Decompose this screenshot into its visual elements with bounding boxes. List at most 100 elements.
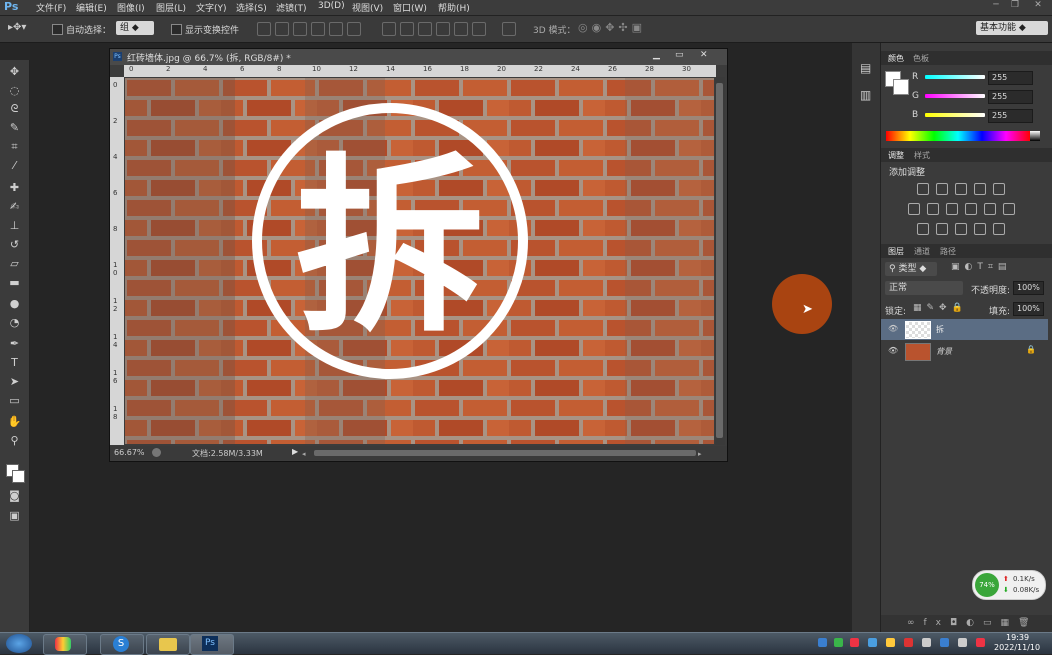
invert-adj-icon[interactable] [917,223,929,235]
bg-color-chip[interactable] [893,79,909,95]
color-spectrum[interactable] [886,131,1030,141]
clock-date[interactable]: 2022/11/10 [994,643,1040,652]
tab-color[interactable]: 颜色 [888,53,904,64]
zoom-tool[interactable]: ⚲ [6,433,23,448]
tray-icon-5[interactable] [886,638,895,647]
tray-icon-1[interactable] [818,638,827,647]
menu-help[interactable]: 帮助(H) [438,1,470,14]
fill-input[interactable]: 100% [1013,302,1044,316]
eraser-tool[interactable]: ▱ [6,256,23,271]
hscroll-left-icon[interactable]: ◂ [302,450,314,458]
bw-adj-icon[interactable] [946,203,958,215]
photo-filter-adj-icon[interactable] [965,203,977,215]
distribute-right-icon[interactable] [472,22,486,36]
close-icon[interactable]: ✕ [1030,0,1046,13]
3d-mode-icons[interactable]: ◎◉✥✣▣ [578,21,646,34]
hand-tool[interactable]: ✋ [6,414,23,429]
menu-3d[interactable]: 3D(D) [318,1,345,11]
restore-icon[interactable]: ❐ [1007,0,1023,13]
layer-filter-icons[interactable]: ▣◐T⌗▤ [951,262,1011,272]
tab-swatches[interactable]: 色板 [913,53,929,64]
status-menu-arrow-icon[interactable]: ▶ [292,447,298,456]
tray-icon-2[interactable] [834,638,843,647]
document-title-bar[interactable]: Ps 红砖墙体.jpg @ 66.7% (拆, RGB/8#) * ▁ ▭ ✕ [110,49,727,65]
tab-adjustments[interactable]: 调整 [888,150,904,161]
align-hcenter-icon[interactable] [329,22,343,36]
menu-edit[interactable]: 编辑(E) [76,1,107,14]
path-select-tool[interactable]: ➤ [6,374,23,389]
vertical-ruler[interactable]: 0 2 4 6 8 1 0 1 2 1 4 1 6 1 8 [110,77,124,445]
gradient-map-adj-icon[interactable] [974,223,986,235]
tray-icon-6[interactable] [904,638,913,647]
history-panel-icon[interactable]: ▤ [860,61,871,75]
hue-adj-icon[interactable] [908,203,920,215]
vertical-scrollbar[interactable] [715,77,725,445]
blur-tool[interactable]: ● [6,296,23,311]
menu-type[interactable]: 文字(Y) [196,1,227,14]
status-info-icon[interactable] [152,448,161,457]
levels-adj-icon[interactable] [936,183,948,195]
tray-icon-7[interactable] [940,638,949,647]
channel-g-slider[interactable] [925,94,985,98]
taskbar-app-colorful[interactable] [43,634,87,655]
exposure-adj-icon[interactable] [974,183,986,195]
layer-name[interactable]: 拆 [936,324,944,335]
minimize-icon[interactable]: ─ [988,0,1004,13]
layer-visibility-eye-icon[interactable]: 👁 [888,324,898,333]
channel-g-value[interactable]: 255 [988,90,1033,104]
tab-styles[interactable]: 样式 [914,150,930,161]
menu-image[interactable]: 图像(I) [117,1,145,14]
opacity-input[interactable]: 100% [1013,281,1044,295]
properties-panel-icon[interactable]: ▥ [860,88,871,102]
taskbar-photoshop[interactable]: Ps [190,634,234,655]
screen-mode-icon[interactable]: ▣ [6,508,23,523]
layer-row-selected[interactable]: 👁 拆 [881,319,1048,340]
align-bottom-icon[interactable] [293,22,307,36]
horizontal-ruler[interactable]: 0 2 4 6 8 10 12 14 16 18 20 22 24 26 28 … [124,65,716,77]
doc-close-icon[interactable]: ✕ [700,50,708,60]
gradient-tool[interactable]: ▬ [6,275,23,290]
blend-mode-dropdown[interactable]: 正常 [885,281,963,295]
lasso-tool[interactable]: ᘓ [6,101,23,116]
posterize-adj-icon[interactable] [936,223,948,235]
threshold-adj-icon[interactable] [955,223,967,235]
tray-icon-8[interactable] [976,638,985,647]
quick-select-tool[interactable]: ✎ [6,120,23,135]
brick-wall-image[interactable]: 拆 [125,78,714,444]
auto-align-icon[interactable] [502,22,516,36]
distribute-left-icon[interactable] [436,22,450,36]
menu-view[interactable]: 视图(V) [352,1,383,14]
channel-b-value[interactable]: 255 [988,109,1033,123]
doc-minimize-icon[interactable]: ▁ [653,50,660,60]
pen-tool[interactable]: ✒ [6,336,23,351]
quick-mask-icon[interactable]: ◙ [6,488,23,503]
shape-tool[interactable]: ▭ [6,393,23,408]
vibrance-adj-icon[interactable] [993,183,1005,195]
distribute-top-icon[interactable] [382,22,396,36]
start-button[interactable] [6,634,32,653]
clock-time[interactable]: 19:39 [1006,633,1029,642]
channel-b-slider[interactable] [925,113,985,117]
align-vcenter-icon[interactable] [275,22,289,36]
layer-visibility-eye-icon[interactable]: 👁 [888,346,898,355]
brush-tool[interactable]: ✍ [6,199,23,214]
align-left-icon[interactable] [311,22,325,36]
curves-adj-icon[interactable] [955,183,967,195]
layer-filter-dropdown[interactable]: ⚲ 类型 ◆ [885,262,937,276]
scroll-thumb[interactable] [716,83,723,438]
crop-tool[interactable]: ⌗ [6,139,23,154]
channel-mixer-adj-icon[interactable] [984,203,996,215]
background-color-swatch[interactable] [12,470,25,483]
eyedropper-tool[interactable]: ⁄ [6,158,23,173]
dodge-tool[interactable]: ◔ [6,315,23,330]
align-top-icon[interactable] [257,22,271,36]
menu-filter[interactable]: 滤镜(T) [276,1,307,14]
taskbar-app-sogou[interactable]: S [100,634,144,655]
color-balance-adj-icon[interactable] [927,203,939,215]
channel-r-slider[interactable] [925,75,985,79]
volume-icon[interactable] [922,638,931,647]
menu-window[interactable]: 窗口(W) [393,1,427,14]
tray-icon-4[interactable] [868,638,877,647]
brightness-adj-icon[interactable] [917,183,929,195]
menu-layer[interactable]: 图层(L) [156,1,186,14]
